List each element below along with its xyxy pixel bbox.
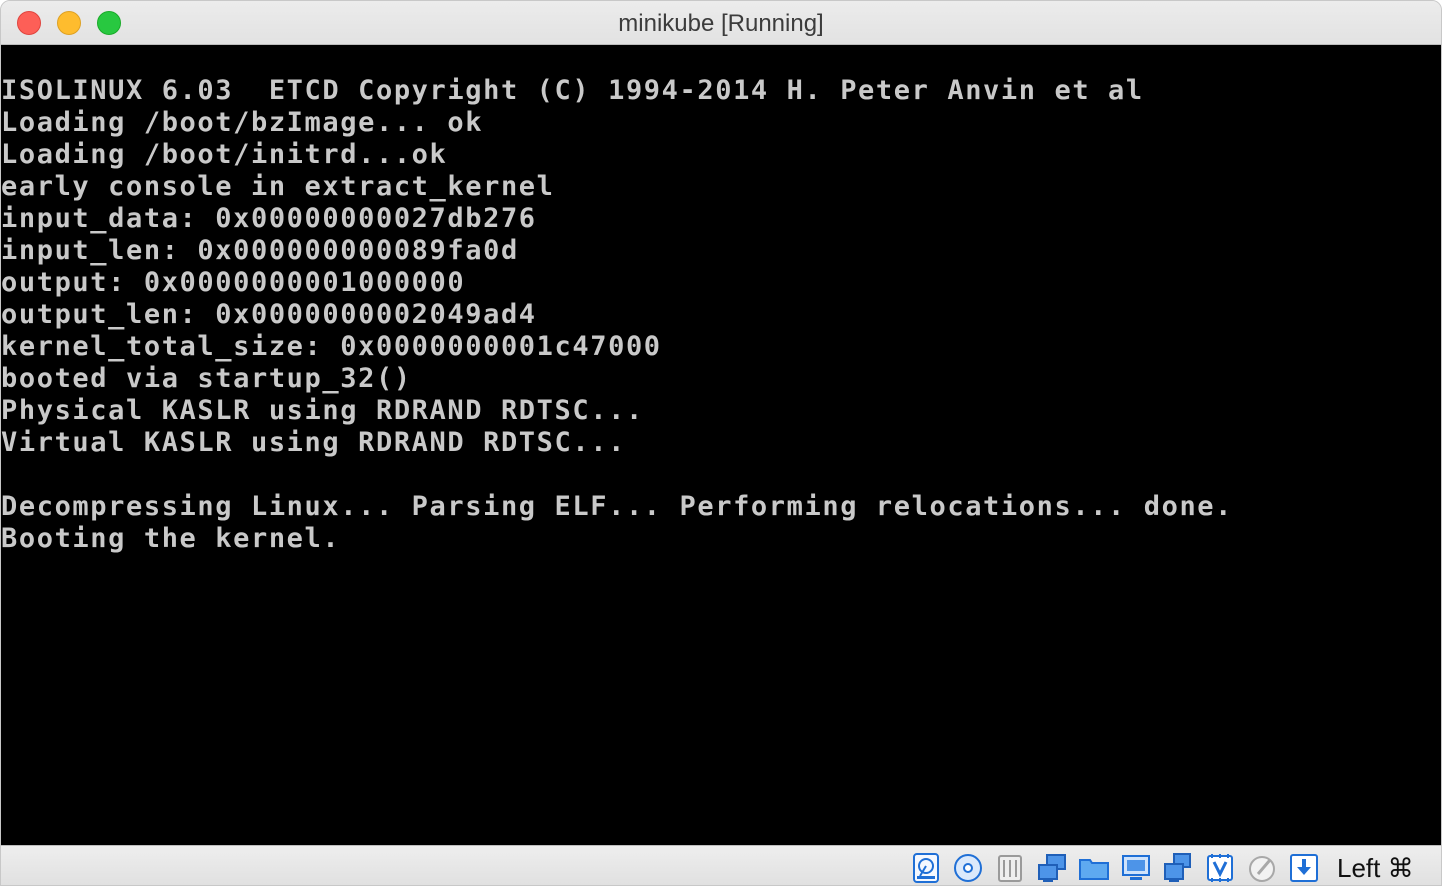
console-line: booted via startup_32() xyxy=(1,363,412,394)
hard-disk-icon[interactable] xyxy=(909,851,943,885)
virtualization-icon[interactable] xyxy=(1203,851,1237,885)
console-line: ISOLINUX 6.03 ETCD Copyright (C) 1994-20… xyxy=(1,75,1144,106)
title-bar[interactable]: minikube [Running] xyxy=(1,1,1441,45)
console-line: Loading /boot/bzImage... ok xyxy=(1,107,484,138)
boot-console: ISOLINUX 6.03 ETCD Copyright (C) 1994-20… xyxy=(1,75,1233,555)
console-line: output_len: 0x0000000002049ad4 xyxy=(1,299,537,330)
shared-folders-icon[interactable] xyxy=(1077,851,1111,885)
console-line: kernel_total_size: 0x0000000001c47000 xyxy=(1,331,662,362)
network-icon[interactable] xyxy=(1035,851,1069,885)
console-line: output: 0x0000000001000000 xyxy=(1,267,466,298)
console-line: early console in extract_kernel xyxy=(1,171,555,202)
console-line: input_len: 0x000000000089fa0d xyxy=(1,235,519,266)
optical-drive-icon[interactable] xyxy=(951,851,985,885)
status-bar: Left ⌘ xyxy=(1,845,1441,885)
mouse-integration-icon[interactable] xyxy=(1245,851,1279,885)
vm-screen[interactable]: ISOLINUX 6.03 ETCD Copyright (C) 1994-20… xyxy=(1,45,1441,845)
console-line: Loading /boot/initrd...ok xyxy=(1,139,448,170)
window-title: minikube [Running] xyxy=(618,10,824,37)
console-line: input_data: 0x00000000027db276 xyxy=(1,203,537,234)
console-line: Booting the kernel. xyxy=(1,523,341,554)
host-key-label: Left ⌘ xyxy=(1337,853,1414,883)
display-icon[interactable] xyxy=(1119,851,1153,885)
video-capture-icon[interactable] xyxy=(1161,851,1195,885)
console-line: Physical KASLR using RDRAND RDTSC... xyxy=(1,395,644,426)
keyboard-capture-icon[interactable] xyxy=(1287,851,1321,885)
console-line: Virtual KASLR using RDRAND RDTSC... xyxy=(1,427,626,458)
device-indicators xyxy=(901,851,1321,885)
audio-icon[interactable] xyxy=(993,851,1027,885)
console-line: Decompressing Linux... Parsing ELF... Pe… xyxy=(1,491,1234,522)
vm-window: minikube [Running] ISOLINUX 6.03 ETCD Co… xyxy=(0,0,1442,886)
